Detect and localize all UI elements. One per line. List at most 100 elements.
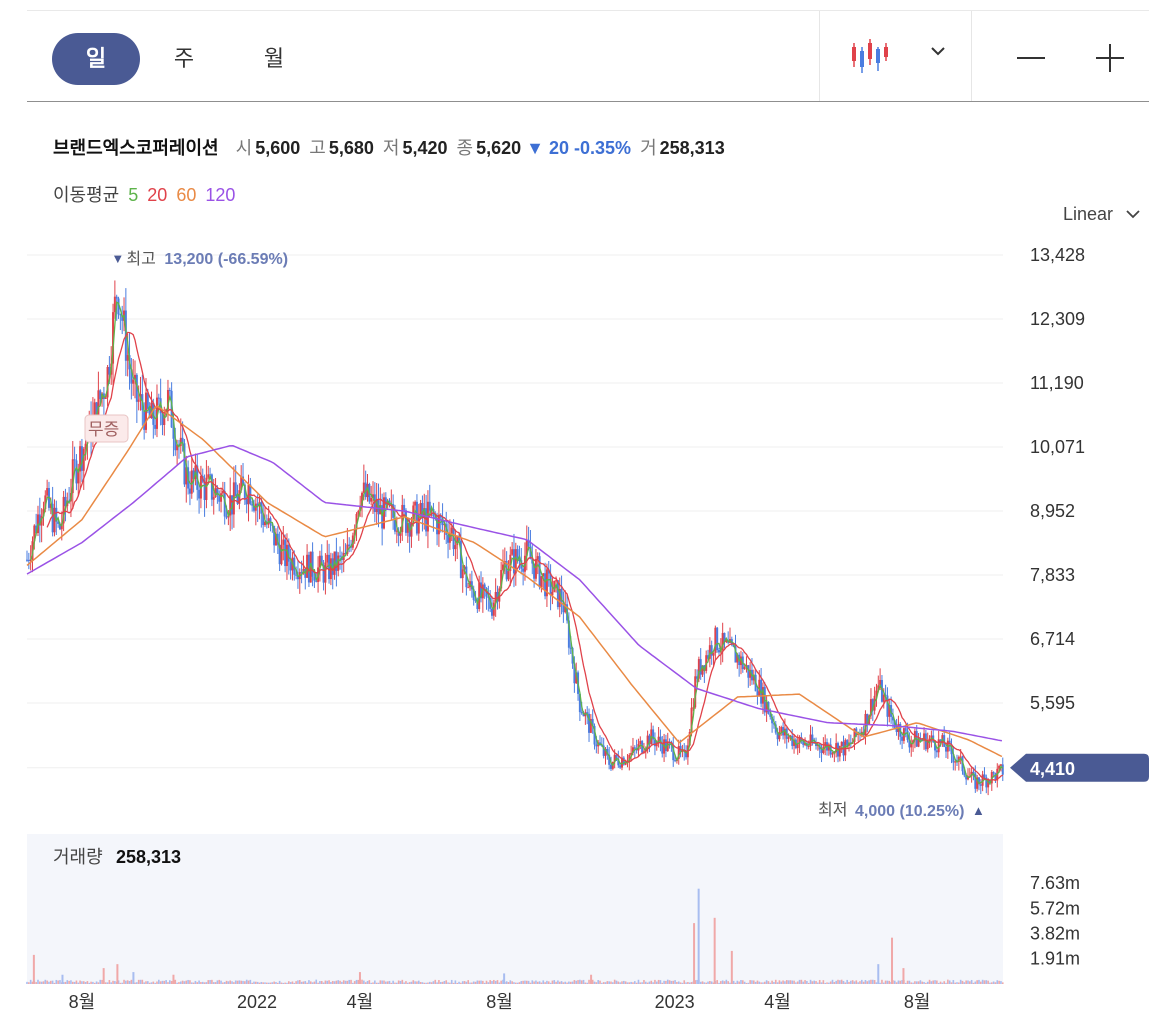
volume-bar: [934, 980, 936, 984]
y-tick-label: 7,833: [1030, 565, 1075, 585]
volume-bar: [297, 980, 299, 984]
volume-bar: [921, 981, 924, 984]
volume-bar: [902, 968, 905, 984]
candle-body: [203, 481, 206, 500]
candle-body: [674, 760, 677, 762]
volume-bar: [427, 982, 429, 984]
volume-bar: [412, 980, 415, 984]
volume-bar: [471, 982, 473, 984]
volume-bar: [350, 979, 352, 984]
candle-body: [236, 496, 239, 504]
volume-bar: [428, 981, 431, 984]
volume-bar: [258, 982, 261, 984]
volume-bar: [699, 981, 702, 984]
volume-bar: [364, 982, 367, 984]
volume-bar: [159, 981, 162, 984]
volume-bar: [51, 980, 54, 984]
candle-body: [718, 650, 721, 653]
volume-bar: [954, 982, 956, 984]
volume-bar: [196, 982, 199, 984]
volume-bar: [782, 980, 784, 984]
volume-bar: [555, 981, 557, 984]
volume-bar: [877, 964, 880, 984]
volume-bar: [49, 980, 52, 984]
volume-bar: [445, 980, 448, 984]
volume-bar: [253, 981, 255, 984]
volume-bar: [637, 979, 640, 984]
volume-bar: [150, 982, 153, 984]
candle-body: [26, 559, 28, 561]
volume-bar: [674, 980, 676, 984]
volume-bar: [266, 982, 268, 984]
volume-bar: [390, 982, 393, 984]
volume-bar: [956, 982, 958, 984]
volume-bar: [597, 980, 599, 984]
volume-bar: [707, 981, 709, 984]
volume-bar: [762, 982, 764, 984]
volume-bar: [92, 981, 94, 984]
volume-bar: [264, 982, 266, 984]
stock-chart[interactable]: 13,428 12,309 11,190 10,071 8,952 7,833 6,714 5…: [0, 0, 1164, 1036]
volume-bar: [461, 981, 464, 984]
volume-bar: [648, 981, 651, 984]
volume-bar: [853, 981, 856, 984]
volume-bar: [729, 982, 731, 984]
min-marker-value: 4,000 (10.25%): [855, 803, 964, 820]
candle-body: [415, 501, 418, 534]
volume-bar: [73, 981, 76, 984]
volume-bar: [90, 981, 92, 984]
volume-bar: [621, 981, 623, 984]
volume-bar: [203, 982, 206, 984]
volume-bar: [793, 980, 795, 984]
volume-bar: [388, 980, 391, 984]
volume-bar: [82, 981, 85, 984]
volume-bar: [740, 980, 742, 984]
volume-bar: [716, 980, 718, 984]
volume-bar: [568, 981, 570, 984]
y-tick-label: 8,952: [1030, 501, 1075, 521]
volume-bar: [511, 981, 513, 984]
volume-bar: [765, 980, 768, 984]
volume-bar: [950, 982, 953, 984]
volume-bar: [601, 982, 603, 984]
volume-bar: [754, 981, 757, 984]
volume-bar: [632, 982, 634, 984]
volume-bar: [882, 982, 885, 984]
ma120-line: [26, 445, 1003, 742]
volume-bar: [346, 980, 349, 984]
volume-bar: [851, 980, 854, 984]
volume-bar: [383, 980, 385, 984]
volume-bar: [330, 981, 332, 984]
volume-bar: [97, 982, 100, 984]
volume-bar: [709, 980, 711, 984]
candle-body: [115, 296, 118, 299]
volume-bar: [516, 982, 519, 984]
candle-body: [437, 515, 440, 535]
volume-bar: [491, 981, 493, 984]
volume-bar: [564, 981, 567, 984]
volume-bar: [571, 981, 574, 984]
volume-bar: [227, 981, 230, 984]
candle-body: [756, 691, 759, 696]
volume-bar: [998, 980, 1000, 984]
volume-bar: [161, 980, 164, 984]
volume-bar: [1001, 982, 1004, 984]
volume-bar: [110, 982, 113, 984]
candle-body: [901, 736, 904, 741]
volume-bar: [868, 980, 870, 984]
volume-bar: [55, 979, 58, 984]
candle-body: [945, 746, 948, 752]
candle-body: [712, 653, 715, 656]
volume-bar: [789, 980, 792, 984]
volume-bar: [654, 979, 656, 984]
volume-bar: [983, 980, 986, 984]
volume-bar: [577, 980, 579, 984]
volume-bar: [776, 982, 779, 984]
volume-bar: [201, 981, 204, 984]
volume-bar: [985, 980, 988, 984]
volume-bar: [200, 982, 202, 984]
volume-bar: [344, 980, 347, 984]
volume-bar: [172, 974, 175, 984]
candle-body: [157, 397, 160, 399]
volume-bar: [68, 980, 70, 984]
